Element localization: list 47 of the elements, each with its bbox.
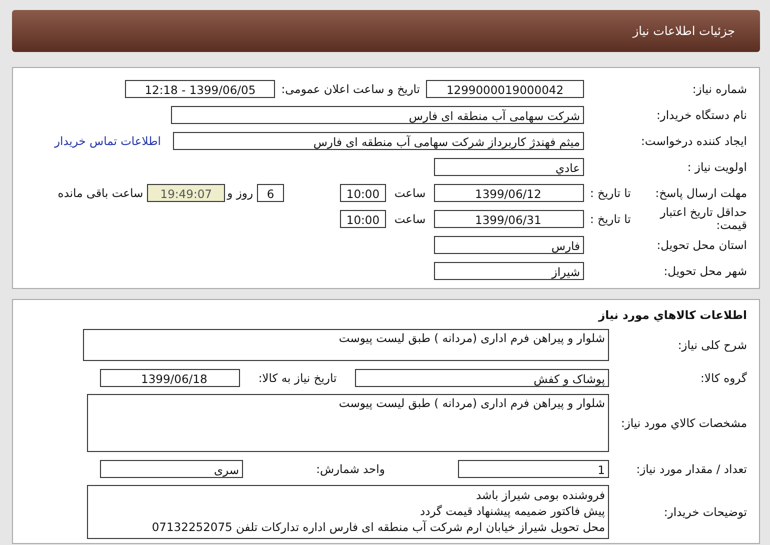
deadline-date-field: 1399/06/12: [434, 184, 584, 202]
note-line: محل تحویل شیراز خیابان ارم شرکت آب منطقه ای فارس اداره تدارکات تلفن 07132252075: [150, 519, 605, 535]
field-label: ساعت باقی مانده: [58, 186, 144, 200]
remaining-time-field: 19:49:07: [147, 184, 226, 202]
field-label: شماره نیاز:: [691, 82, 748, 96]
section-heading: اطلاعات کالاهاي مورد نیاز: [597, 307, 748, 324]
field-label: تاریخ نیاز به کالا:: [257, 370, 338, 384]
validity-time-field: 10:00: [340, 210, 386, 228]
field-label: استان محل تحویل:: [656, 238, 748, 252]
goods-group-field: پوشاک و کفش: [355, 368, 609, 386]
field-label: حداقل تاریخ اعتبار قیمت:: [658, 206, 747, 232]
field-label: توضیحات خریدار:: [662, 505, 748, 519]
buyer-org-field: شرکت سهامی آب منطقه ای فارس: [171, 106, 584, 124]
field-label: گروه کالا:: [700, 370, 748, 384]
field-label: روز و: [227, 186, 253, 200]
deadline-time-field: 10:00: [340, 184, 386, 202]
field-label: شرح کلی نیاز:: [676, 338, 748, 352]
field-label: واحد شمارش:: [315, 462, 386, 476]
unit-field: سری: [100, 460, 243, 478]
field-label: اولویت نیاز :: [686, 160, 748, 174]
field-label: مهلت ارسال پاسخ:: [655, 186, 747, 200]
summary-field: شلوار و پیراهن فرم اداری (مردانه ) طبق لیست پیوست: [83, 328, 609, 360]
validity-date-field: 1399/06/31: [434, 210, 584, 228]
specs-field: شلوار و پیراهن فرم اداری (مردانه ) طبق لیست پیوست: [87, 394, 609, 452]
need-date-field: 1399/06/18: [100, 368, 240, 386]
days-field: 6: [257, 184, 284, 202]
field-label: ساعت: [393, 212, 427, 226]
note-line: پیش فاکتور ضمیمه پیشنهاد قیمت گردد: [418, 503, 605, 519]
priority-field: عادي: [434, 158, 584, 176]
page-title: جزئیات اطلاعات نیاز: [632, 24, 735, 38]
requester-field: میثم فهندژ کاربرداز شرکت سهامی آب منطقه ای فارس: [173, 132, 584, 150]
field-label: تا تاریخ :: [590, 186, 631, 200]
field-label: نام دستگاه خریدار:: [655, 108, 748, 122]
field-label: تعداد / مقدار مورد نیاز:: [635, 462, 748, 476]
field-label: ایجاد کننده درخواست:: [640, 134, 748, 148]
field-label: شهر محل تحویل:: [662, 264, 748, 278]
buyer-contact-link[interactable]: اطلاعات تماس خریدار: [54, 134, 161, 148]
field-label: مشخصات کالاي مورد نیاز:: [620, 416, 748, 430]
announce-date-field: 1399/06/05 - 12:18: [125, 80, 276, 98]
field-label: ساعت: [393, 186, 427, 200]
need-number-field: 1299000019000042: [426, 80, 584, 98]
quantity-field: 1: [458, 460, 609, 478]
province-field: فارس: [434, 236, 584, 254]
note-line: فروشنده بومی شیراز باشد: [475, 487, 605, 503]
field-label: تا تاریخ :: [590, 212, 631, 226]
field-label: تاریخ و ساعت اعلان عمومی:: [281, 82, 420, 96]
city-field: شیراز: [434, 262, 584, 280]
